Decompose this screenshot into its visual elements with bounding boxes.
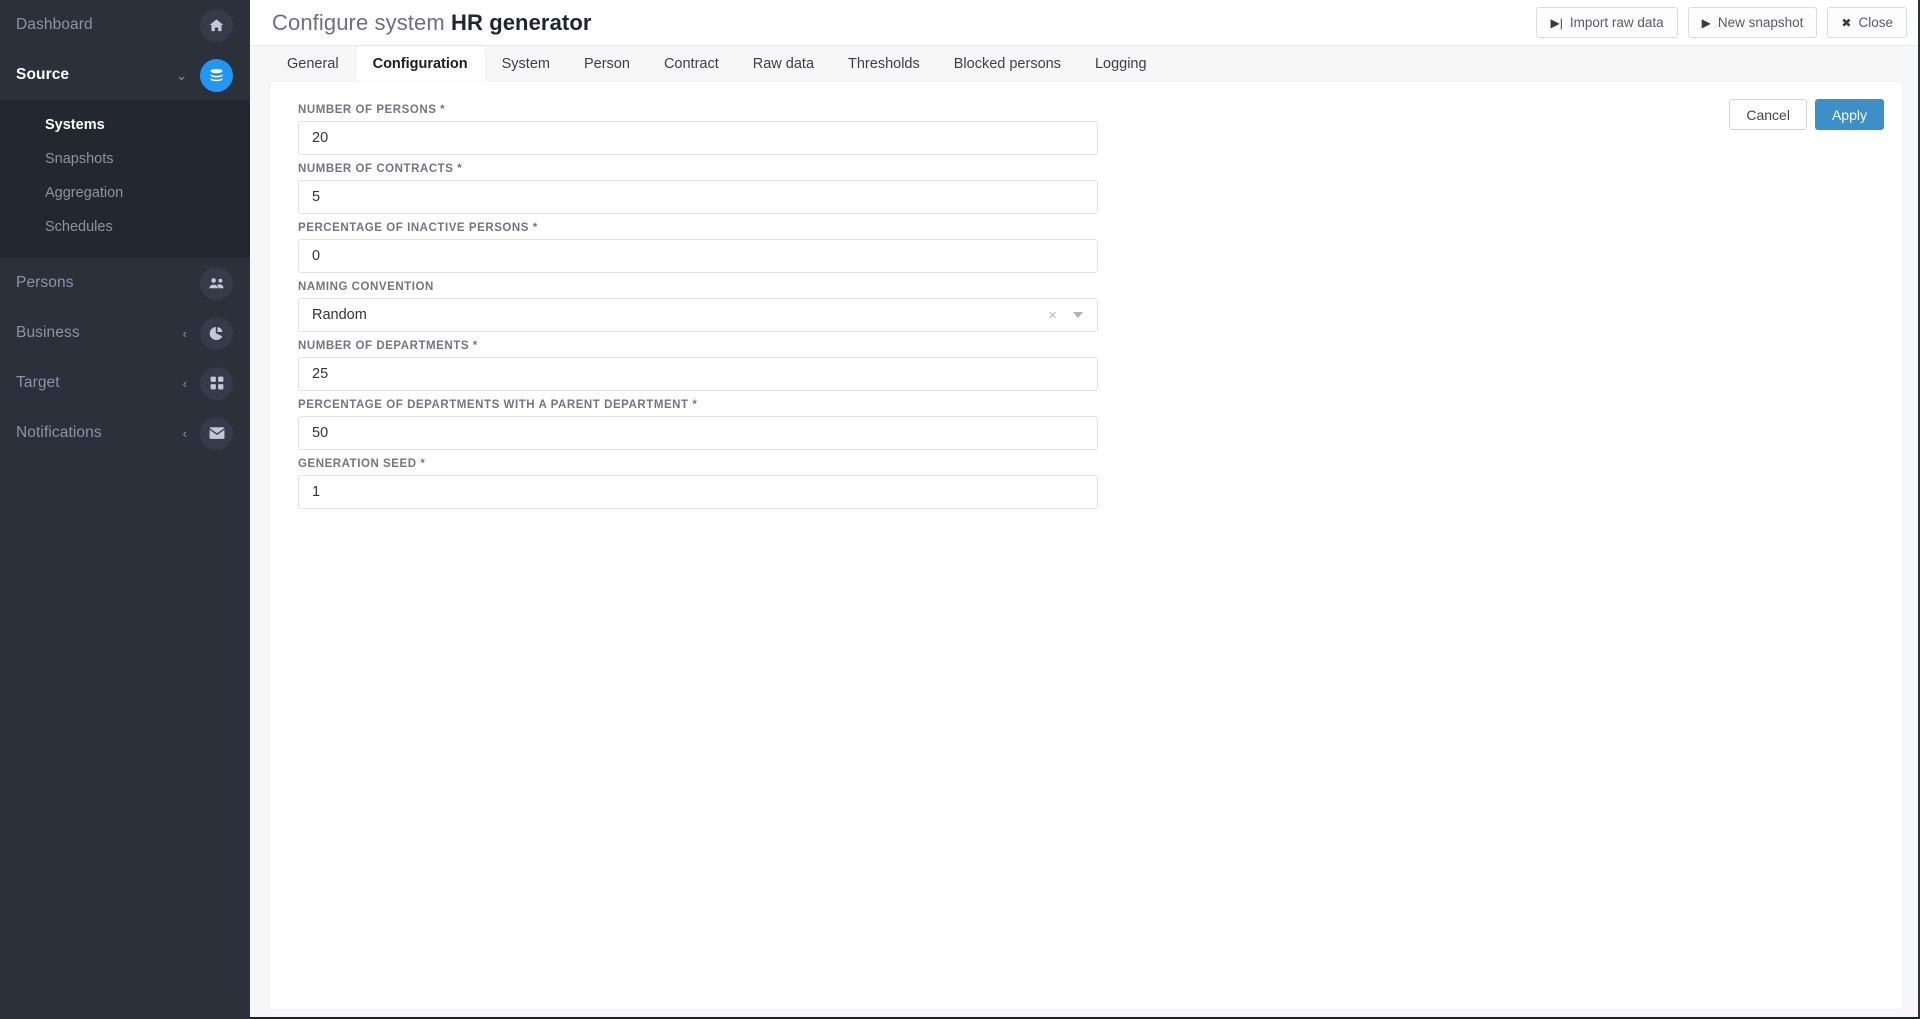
sidebar-item-notifications[interactable]: Notifications ‹ — [0, 408, 250, 458]
field-percentage-of-inactive-persons: PERCENTAGE OF INACTIVE PERSONS * — [298, 222, 1098, 273]
tab-logging[interactable]: Logging — [1078, 46, 1164, 82]
tab-label: Raw data — [752, 56, 815, 72]
number-of-departments-label: NUMBER OF DEPARTMENTS * — [298, 340, 478, 352]
chevron-left-icon: ‹ — [182, 425, 187, 441]
button-label: New snapshot — [1717, 15, 1804, 30]
sidebar-subitem-label: Aggregation — [45, 185, 124, 201]
home-icon[interactable] — [200, 8, 233, 42]
apply-button[interactable]: Apply — [1814, 99, 1884, 130]
sidebar-item-label: Business — [16, 324, 80, 341]
number-of-departments-input[interactable] — [298, 357, 1098, 391]
field-percentage-of-departments-with-parent: PERCENTAGE OF DEPARTMENTS WITH A PARENT … — [298, 399, 1098, 450]
tab-person[interactable]: Person — [567, 46, 647, 82]
percentage-of-departments-with-parent-input[interactable] — [298, 416, 1098, 450]
tab-label: Blocked persons — [953, 56, 1061, 72]
tab-label: Contract — [663, 56, 719, 72]
field-naming-convention: NAMING CONVENTION Random × — [298, 281, 1098, 332]
step-forward-icon: ▶| — [1550, 15, 1563, 30]
button-label: Close — [1858, 15, 1893, 30]
generation-seed-label: GENERATION SEED * — [298, 458, 426, 470]
sidebar-item-target[interactable]: Target ‹ — [0, 358, 250, 408]
sidebar-subitem-label: Systems — [45, 117, 105, 133]
tab-label: General — [287, 56, 339, 72]
topbar-actions: ▶| Import raw data ▶ New snapshot ✖ Close — [1536, 7, 1907, 38]
sidebar-subitem-label: Schedules — [45, 219, 113, 235]
tab-blocked-persons[interactable]: Blocked persons — [937, 46, 1078, 82]
tab-label: Logging — [1094, 56, 1147, 72]
sidebar-submenu-source: Systems Snapshots Aggregation Schedules — [0, 100, 250, 258]
tab-label: System — [501, 56, 550, 72]
tab-label: Thresholds — [848, 56, 920, 72]
pie-chart-icon[interactable] — [200, 316, 233, 350]
number-of-contracts-label: NUMBER OF CONTRACTS * — [298, 163, 463, 175]
naming-convention-selected-value: Random — [312, 307, 367, 323]
tab-contract[interactable]: Contract — [647, 46, 736, 82]
field-number-of-persons: NUMBER OF PERSONS * — [298, 104, 1098, 155]
sidebar-subitem-label: Snapshots — [45, 151, 114, 167]
field-generation-seed: GENERATION SEED * — [298, 458, 1098, 509]
page-title-prefix: Configure system — [272, 9, 451, 35]
chevron-down-icon: ⌄ — [176, 67, 187, 83]
tab-bar: General Configuration System Person Contract… — [250, 46, 1918, 82]
cancel-button[interactable]: Cancel — [1729, 99, 1807, 130]
tab-general[interactable]: General — [270, 46, 356, 82]
main-area: Configure system HR generator ▶| Import r… — [250, 0, 1918, 1017]
sidebar-item-label: Dashboard — [16, 16, 93, 33]
sidebar-item-source[interactable]: Source ⌄ — [0, 50, 250, 100]
app-window: Dashboard Source ⌄ Systems Snapshots Aggrega… — [0, 0, 1920, 1019]
sidebar-item-label: Target — [16, 374, 60, 391]
tab-label: Person — [583, 56, 630, 72]
generation-seed-input[interactable] — [298, 475, 1098, 509]
sidebar-item-label: Notifications — [16, 424, 102, 441]
percentage-of-inactive-persons-input[interactable] — [298, 239, 1098, 273]
sidebar-subitem-aggregation[interactable]: Aggregation — [0, 176, 250, 210]
naming-convention-label: NAMING CONVENTION — [298, 281, 434, 293]
percentage-of-inactive-persons-label: PERCENTAGE OF INACTIVE PERSONS * — [298, 222, 538, 234]
field-number-of-departments: NUMBER OF DEPARTMENTS * — [298, 340, 1098, 391]
tab-label: Configuration — [372, 56, 468, 72]
sidebar-item-business[interactable]: Business ‹ — [0, 308, 250, 358]
tab-system[interactable]: System — [485, 46, 567, 82]
page-title: Configure system HR generator — [272, 10, 592, 36]
tab-thresholds[interactable]: Thresholds — [831, 46, 937, 82]
configuration-panel: Cancel Apply NUMBER OF PERSONS *NUMBER O… — [270, 82, 1902, 1009]
sidebar: Dashboard Source ⌄ Systems Snapshots Aggrega… — [0, 0, 250, 1019]
sidebar-item-persons[interactable]: Persons — [0, 258, 250, 308]
sidebar-subitem-systems[interactable]: Systems — [0, 108, 250, 142]
sidebar-subitem-snapshots[interactable]: Snapshots — [0, 142, 250, 176]
number-of-contracts-input[interactable] — [298, 180, 1098, 214]
form-action-buttons: Cancel Apply — [1729, 99, 1884, 130]
naming-convention-select[interactable]: Random × — [298, 298, 1098, 332]
users-icon[interactable] — [200, 266, 233, 300]
number-of-persons-label: NUMBER OF PERSONS * — [298, 104, 446, 116]
envelope-icon[interactable] — [200, 416, 233, 450]
sidebar-item-label: Persons — [16, 274, 74, 291]
percentage-of-departments-with-parent-label: PERCENTAGE OF DEPARTMENTS WITH A PARENT … — [298, 399, 698, 411]
sidebar-item-label: Source — [16, 66, 70, 83]
close-button[interactable]: ✖ Close — [1827, 7, 1907, 38]
sidebar-secondary-nav: Persons Business ‹ Target ‹ Notifications ‹ — [0, 258, 250, 458]
chevron-down-icon[interactable] — [1073, 312, 1083, 318]
button-label: Import raw data — [1569, 15, 1664, 30]
field-number-of-contracts: NUMBER OF CONTRACTS * — [298, 163, 1098, 214]
number-of-persons-input[interactable] — [298, 121, 1098, 155]
sidebar-primary-nav: Dashboard Source ⌄ — [0, 0, 250, 100]
close-icon: ✖ — [1841, 15, 1852, 30]
database-icon[interactable] — [200, 58, 233, 92]
sidebar-item-dashboard[interactable]: Dashboard — [0, 0, 250, 50]
page-title-system-name: HR generator — [451, 9, 592, 35]
grid-icon[interactable] — [200, 366, 233, 400]
sidebar-subitem-schedules[interactable]: Schedules — [0, 210, 250, 244]
chevron-left-icon: ‹ — [182, 375, 187, 391]
import-raw-data-button[interactable]: ▶| Import raw data — [1536, 7, 1678, 38]
clear-icon[interactable]: × — [1040, 308, 1065, 323]
configuration-form: NUMBER OF PERSONS * NUMBER OF CONTRACTS *… — [270, 82, 1902, 509]
new-snapshot-button[interactable]: ▶ New snapshot — [1687, 7, 1818, 38]
chevron-left-icon: ‹ — [182, 325, 187, 341]
play-icon: ▶ — [1701, 15, 1711, 30]
top-bar: Configure system HR generator ▶| Import r… — [250, 0, 1918, 46]
tab-raw-data[interactable]: Raw data — [736, 46, 831, 82]
tab-configuration[interactable]: Configuration — [355, 46, 485, 82]
